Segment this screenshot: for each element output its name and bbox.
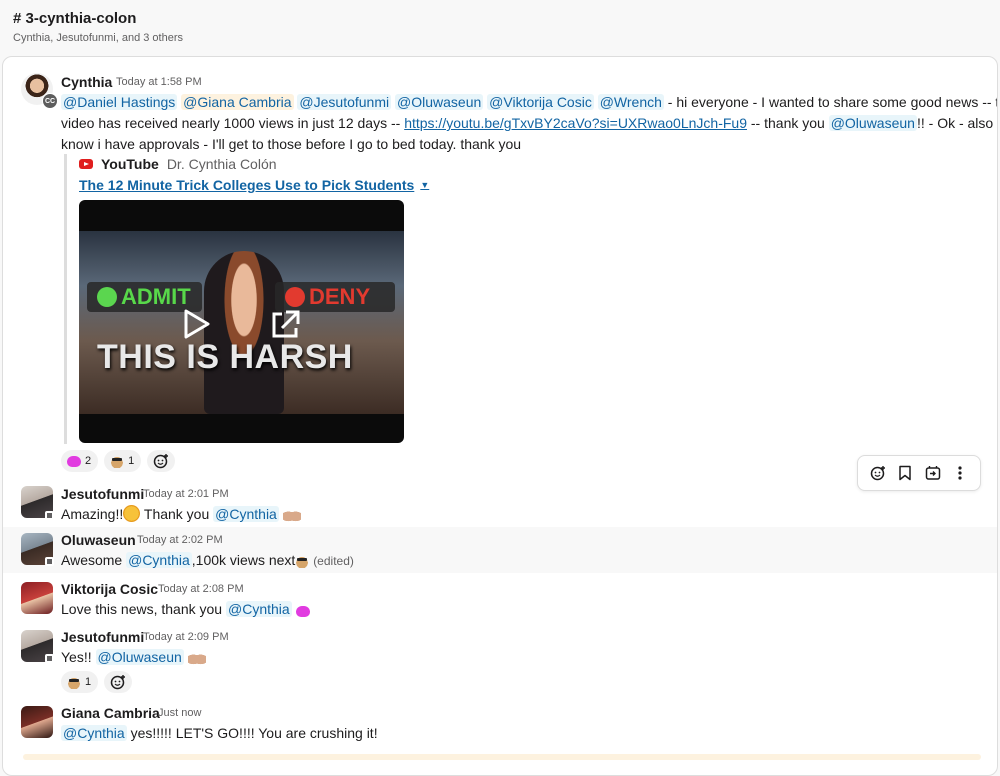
- video-thumbnail[interactable]: ADMIT DENY THIS IS HARSH: [79, 200, 404, 443]
- avatar-badge: CC: [42, 93, 58, 109]
- dog-sunglasses-icon: [110, 454, 125, 468]
- mention[interactable]: @Oluwaseun: [395, 94, 484, 110]
- message-text-part: -- thank you: [747, 115, 829, 131]
- message-text: Yes!! @Oluwaseun: [61, 647, 206, 668]
- timestamp[interactable]: Just now: [158, 707, 201, 719]
- forward-icon: [925, 466, 940, 480]
- mention[interactable]: @Oluwaseun: [95, 649, 184, 665]
- mention[interactable]: @Daniel Hastings: [61, 94, 178, 110]
- message-text: @Cynthia yes!!!!! LET'S GO!!!! You are c…: [61, 723, 378, 744]
- channel-header: # 3-cynthia-colon Cynthia, Jesutofunmi, …: [0, 0, 1000, 56]
- unfurl-title-link[interactable]: The 12 Minute Trick Colleges Use to Pick…: [79, 175, 464, 195]
- message-text-part: Awesome: [61, 552, 127, 568]
- author-name[interactable]: Giana Cambria: [61, 705, 160, 721]
- timestamp[interactable]: Today at 2:02 PM: [137, 534, 223, 546]
- message-text: Amazing!! Thank you @Cynthia: [61, 504, 301, 525]
- mention[interactable]: @Jesutofunmi: [297, 94, 392, 110]
- mention[interactable]: @Cynthia: [126, 552, 192, 568]
- pink-blob-icon: [295, 606, 310, 617]
- message-text: Awesome @Cynthia ,100k views next (edited…: [61, 550, 354, 572]
- author-name[interactable]: Viktorija Cosic: [61, 581, 158, 597]
- timestamp[interactable]: Today at 2:08 PM: [158, 583, 244, 595]
- link-unfurl: YouTube Dr. Cynthia Colón The 12 Minute …: [64, 154, 464, 444]
- partying-face-icon: [123, 505, 141, 522]
- message-text-part: yes!!!!! LET'S GO!!!! You are crushing i…: [126, 725, 378, 741]
- add-reaction-button[interactable]: [867, 462, 889, 484]
- unfurl-author: Dr. Cynthia Colón: [166, 156, 277, 172]
- reactions-bar: 2 1: [61, 450, 176, 472]
- raised-hands-icon: [187, 651, 206, 665]
- unread-strip: [23, 754, 981, 760]
- play-icon[interactable]: [183, 308, 211, 340]
- message-jesutofunmi-2: Jesutofunmi Today at 2:09 PM Yes!! @Oluw…: [3, 624, 997, 698]
- mention[interactable]: @Cynthia: [213, 506, 279, 522]
- edited-label: (edited): [313, 554, 354, 568]
- author-name[interactable]: Cynthia: [61, 74, 112, 90]
- mention[interactable]: @Viktorija Cosic: [487, 94, 594, 110]
- message-text-part: Love this news, thank you: [61, 601, 226, 617]
- reaction-pink-blob[interactable]: 2: [61, 450, 99, 472]
- presence-status-icon: [45, 511, 54, 520]
- dog-sunglasses-icon: [67, 675, 81, 689]
- add-reaction-icon: [870, 466, 885, 481]
- mention[interactable]: @Oluwaseun: [828, 115, 917, 131]
- message-text: Love this news, thank you @Cynthia: [61, 599, 310, 620]
- mention[interactable]: @Cynthia: [226, 601, 292, 617]
- message-actions-toolbar: [857, 455, 981, 491]
- message-oluwaseun: Oluwaseun Today at 2:02 PM Awesome @Cynt…: [3, 527, 997, 573]
- avatar[interactable]: [21, 706, 53, 738]
- add-reaction-icon: [110, 675, 126, 690]
- message-text-part: - hi everyone - I wanted to share some g…: [663, 94, 998, 110]
- reactions-bar: 1: [61, 671, 133, 693]
- caret-down-icon[interactable]: ▼: [420, 180, 429, 190]
- message-text-part: know i have approvals - I'll get to thos…: [61, 136, 522, 152]
- dog-sunglasses-icon: [295, 555, 310, 568]
- add-reaction-icon: [154, 454, 169, 469]
- reaction-dog-sunglasses[interactable]: 1: [61, 671, 99, 693]
- bookmark-icon: [899, 465, 911, 481]
- message-viktorija: Viktorija Cosic Today at 2:08 PM Love th…: [3, 576, 997, 622]
- presence-status-icon: [45, 557, 54, 566]
- channel-members[interactable]: Cynthia, Jesutofunmi, and 3 others: [13, 32, 1000, 44]
- reaction-dog-sunglasses[interactable]: 1: [104, 450, 142, 472]
- author-name[interactable]: Oluwaseun: [61, 532, 136, 548]
- author-name[interactable]: Jesutofunmi: [61, 486, 144, 502]
- author-name[interactable]: Jesutofunmi: [61, 629, 144, 645]
- message-text: @Daniel Hastings @Giana Cambria @Jesutof…: [61, 92, 997, 155]
- bookmark-button[interactable]: [894, 462, 916, 484]
- thumbnail-caption: THIS IS HARSH: [97, 338, 353, 376]
- add-reaction-button[interactable]: [104, 671, 133, 693]
- add-reaction-button[interactable]: [147, 450, 176, 472]
- channel-title[interactable]: # 3-cynthia-colon: [13, 10, 1000, 27]
- timestamp[interactable]: Today at 2:01 PM: [143, 488, 229, 500]
- avatar[interactable]: [21, 582, 53, 614]
- unfurl-title[interactable]: The 12 Minute Trick Colleges Use to Pick…: [79, 177, 414, 193]
- more-icon: [958, 466, 962, 480]
- mention[interactable]: @Cynthia: [61, 725, 127, 741]
- youtube-link[interactable]: https://youtu.be/gTxvBY2caVo?si=UXRwao0L…: [404, 115, 747, 131]
- message-text-part: video has received nearly 1000 views in …: [61, 115, 405, 131]
- thumbnail-image: [79, 231, 404, 414]
- message-cynthia: CC Cynthia Today at 1:58 PM @Daniel Hast…: [3, 57, 997, 477]
- message-jesutofunmi: Jesutofunmi Today at 2:01 PM Amazing!! T…: [3, 481, 997, 527]
- message-list: CC Cynthia Today at 1:58 PM @Daniel Hast…: [2, 56, 998, 776]
- message-text-part: ,100k views next: [191, 552, 296, 568]
- raised-hands-icon: [282, 508, 301, 522]
- pink-blob-icon: [67, 455, 81, 467]
- mention[interactable]: @Wrench: [597, 94, 664, 110]
- presence-status-icon: [45, 654, 54, 663]
- open-external-icon[interactable]: [268, 308, 302, 342]
- message-giana: Giana Cambria Just now @Cynthia yes!!!!!…: [3, 700, 997, 752]
- timestamp[interactable]: Today at 2:09 PM: [143, 631, 229, 643]
- unfurl-source: YouTube: [101, 156, 159, 172]
- youtube-icon: [79, 159, 93, 169]
- message-text-part: Thank you: [140, 506, 214, 522]
- message-text-part: Amazing!!: [61, 506, 124, 522]
- more-actions-button[interactable]: [949, 462, 971, 484]
- message-text-part: Yes!!: [61, 649, 96, 665]
- timestamp[interactable]: Today at 1:58 PM: [116, 76, 202, 88]
- message-text-part: !! - Ok - also - I: [916, 115, 997, 131]
- forward-button[interactable]: [922, 462, 944, 484]
- mention[interactable]: @Giana Cambria: [181, 94, 294, 110]
